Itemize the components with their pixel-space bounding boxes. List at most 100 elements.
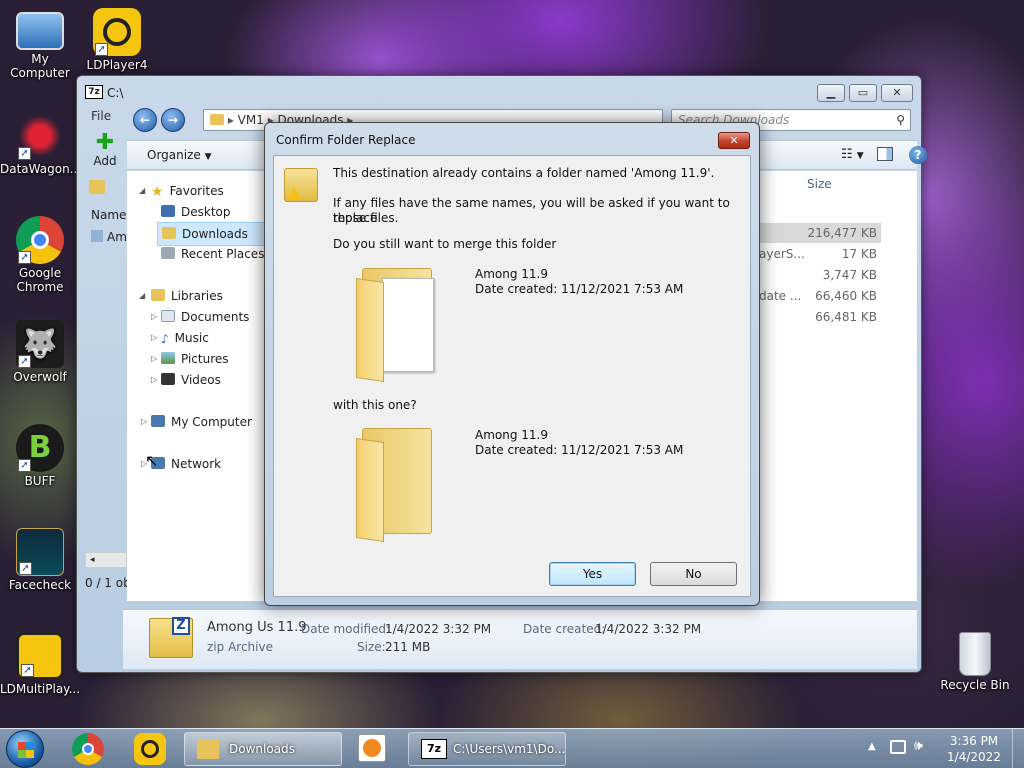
7zip-icon: 7z [421,739,447,759]
downloads-folder-icon [162,227,176,239]
show-desktop-button[interactable] [1012,729,1024,768]
chrome-icon: ➚ [16,216,64,264]
shortcut-arrow-icon: ➚ [18,251,31,264]
desktop-icon-label: My Computer [10,52,70,80]
expand-libraries-icon[interactable]: ◢ [139,291,145,300]
zip-file-icon: Z [149,617,193,658]
nav-libraries[interactable]: Libraries [151,289,223,303]
clock-time[interactable]: 3:36 PM [940,734,1008,748]
desktop-icon-datawagon[interactable]: ➚ DataWagon... [0,112,81,176]
minimize-button[interactable]: ▁ [817,84,845,102]
size-value: 211 MB [385,640,431,654]
organize-menu[interactable]: Organize ▼ [147,148,212,162]
breadcrumb-vm1[interactable]: VM1 [238,113,264,127]
desktop-icon-ldplayer4[interactable]: ➚ LDPlayer4 [77,8,157,72]
up-folder-icon[interactable] [89,180,105,194]
show-hidden-icons-button[interactable]: ▲ [868,741,876,752]
close-window-button[interactable]: ✕ [881,84,913,102]
nav-label: My Computer [171,415,252,429]
preview-pane-icon[interactable] [877,147,893,161]
expand-my-computer-icon[interactable]: ▷ [141,417,147,426]
expand-videos-icon[interactable]: ▷ [151,375,157,384]
computer-icon [16,12,64,50]
column-header-size[interactable]: Size [807,177,832,191]
desktop-icon-my-computer[interactable]: My Computer [0,8,80,80]
nav-videos[interactable]: Videos [161,373,221,387]
nav-music[interactable]: ♪ Music [161,331,209,346]
taskbar-item-7zip[interactable]: 7z C:\Users\vm1\Do... [408,732,566,766]
nav-pictures[interactable]: Pictures [161,352,229,366]
desktop-icon [161,205,175,217]
desktop-icon-label: BUFF [24,474,56,488]
size-cell: 3,747 KB [822,268,877,282]
expand-favorites-icon[interactable]: ◢ [139,186,145,195]
desktop-icon-buff[interactable]: B ➚ BUFF [0,424,80,488]
desktop-icon-recycle-bin[interactable]: Recycle Bin [935,632,1015,692]
nav-favorites[interactable]: ★ Favorites [151,184,224,200]
shortcut-arrow-icon: ➚ [21,664,34,677]
taskbar-item-downloads[interactable]: Downloads [184,732,342,766]
taskbar-chrome-icon[interactable] [72,733,104,765]
shortcut-arrow-icon: ➚ [95,43,108,56]
add-label: Add [93,154,117,168]
nav-downloads[interactable]: Downloads [157,222,271,246]
datawagon-icon: ➚ [16,112,64,160]
documents-icon [161,310,175,322]
modified-value: 1/4/2022 3:32 PM [385,622,492,636]
desktop-icon-ldmultiplayer[interactable]: ➚ LDMultiPlay... [0,632,80,696]
nav-recent-places[interactable]: Recent Places [161,247,264,261]
size-label: Size: [357,640,386,654]
desktop-icon-overwolf[interactable]: 🐺 ➚ Overwolf [0,320,80,384]
navigation-pane: ◢ ★ Favorites Desktop Downloads Recent Pl… [127,171,271,601]
help-icon[interactable]: ? [909,146,927,164]
nav-my-computer[interactable]: My Computer [151,415,252,429]
maximize-button[interactable]: ▭ [849,84,877,102]
recent-places-icon [161,247,175,259]
network-tray-icon[interactable] [890,740,906,754]
nav-label: Recent Places [181,247,265,261]
column-header-name[interactable]: Name [91,208,126,222]
ldmultiplayer-icon: ➚ [16,632,64,680]
shortcut-arrow-icon: ➚ [18,147,31,160]
nav-documents[interactable]: Documents [161,310,249,324]
expand-music-icon[interactable]: ▷ [151,333,157,342]
desktop-icon-label: Overwolf [13,370,67,384]
videos-icon [161,373,175,385]
file-menu[interactable]: File [91,109,111,123]
views-button[interactable]: ☷ ▼ [841,147,864,162]
music-icon: ♪ [161,332,169,346]
organize-label: Organize [147,148,201,162]
desktop-icon-facecheck[interactable]: ➚ Facecheck [0,528,80,592]
add-button[interactable]: ✚ Add [87,132,123,169]
folder-icon [210,114,224,125]
windows-logo-icon [18,742,34,758]
volume-icon[interactable]: 🕪 [914,738,923,754]
dialog-close-button[interactable]: ✕ [718,132,750,149]
nav-label: Favorites [169,184,224,198]
back-button[interactable]: ← [133,108,157,132]
nav-network[interactable]: Network [151,457,221,471]
breadcrumb-sep: ▸ [227,113,238,127]
forward-button[interactable]: → [161,108,185,132]
existing-folder-name: Among 11.9 [475,267,548,281]
no-button[interactable]: No [650,562,737,586]
nav-desktop[interactable]: Desktop [161,205,231,219]
horizontal-scrollbar[interactable]: ◂ [85,552,127,568]
expand-documents-icon[interactable]: ▷ [151,312,157,321]
desktop-icon-google-chrome[interactable]: ➚ Google Chrome [0,216,80,294]
shortcut-arrow-icon: ➚ [19,562,32,575]
created-label: Date created: [523,622,606,636]
dialog-message-line3: Do you still want to merge this folder [333,237,557,251]
list-item-partial[interactable]: Am [91,230,127,244]
taskbar-media-player-icon[interactable] [358,734,386,762]
dialog-message-line1: This destination already contains a fold… [333,166,715,180]
incoming-folder-date: Date created: 11/12/2021 7:53 AM [475,443,684,457]
pictures-icon [161,352,175,364]
size-cell: 17 KB [841,247,877,261]
start-button[interactable] [6,730,44,768]
expand-pictures-icon[interactable]: ▷ [151,354,157,363]
taskbar-ldplayer-icon[interactable] [134,733,166,765]
yes-button[interactable]: Yes [549,562,636,586]
clock-date[interactable]: 1/4/2022 [940,750,1008,764]
nav-label: Downloads [182,227,248,241]
